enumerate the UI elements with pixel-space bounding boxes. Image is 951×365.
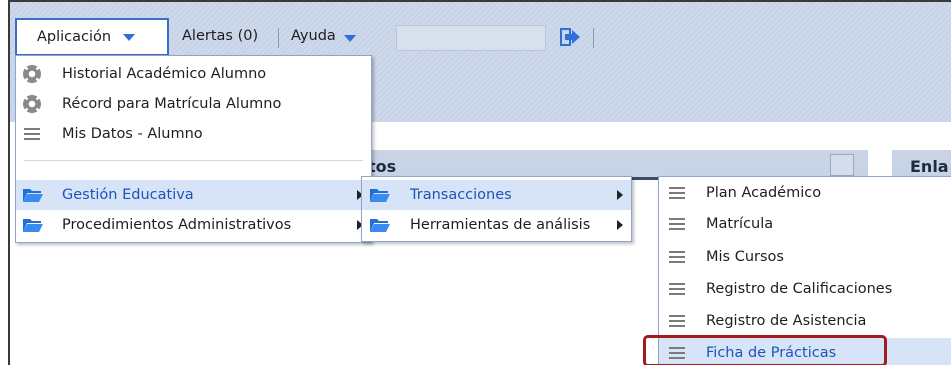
help-link[interactable]: Ayuda [291,28,336,44]
menu-item-procedimientos[interactable]: Procedimientos Administrativos [16,210,371,240]
folder-icon [23,189,43,202]
panel-title-left: tos [368,157,397,176]
chevron-right-icon [617,190,623,200]
list-icon [669,187,685,199]
menu-item-mis-datos[interactable]: Mis Datos - Alumno [16,119,371,149]
submenu-item-matricula[interactable]: Matrícula [659,209,951,239]
gestion-submenu: Transacciones Herramientas de análisis [361,176,632,242]
gear-icon [23,65,41,83]
chevron-right-icon [617,220,623,230]
list-icon [669,218,685,230]
list-icon [669,283,685,295]
submenu-item-transacciones[interactable]: Transacciones [362,180,631,210]
panel-title-right: Enla [910,157,949,176]
submenu-item-plan-academico[interactable]: Plan Académico [659,178,951,208]
aplicacion-label: Aplicación [37,29,112,45]
folder-icon [370,189,390,202]
app-frame: Aplicación Alertas (0) Ayuda tos Enla Hi… [8,0,951,365]
aplicacion-dropdown: Historial Académico Alumno Récord para M… [15,55,372,243]
folder-icon [370,219,390,232]
list-icon [669,315,685,327]
submenu-item-herramientas[interactable]: Herramientas de análisis [362,210,631,240]
chevron-down-icon[interactable] [344,35,356,42]
submenu-item-mis-cursos[interactable]: Mis Cursos [659,242,951,272]
highlight-annotation [643,335,887,365]
divider [593,28,594,48]
edit-icon[interactable] [830,154,854,176]
menu-item-gestion-educativa[interactable]: Gestión Educativa [16,180,371,210]
list-icon [24,128,40,140]
submenu-item-registro-asistencia[interactable]: Registro de Asistencia [659,306,951,336]
list-icon [669,251,685,263]
toolbar-blank-field [396,25,546,51]
logout-icon[interactable] [560,28,580,46]
submenu-item-registro-calificaciones[interactable]: Registro de Calificaciones [659,274,951,304]
gear-icon [23,95,41,113]
menu-divider [24,160,363,161]
folder-icon [23,219,43,232]
chevron-down-icon [123,33,136,41]
aplicacion-menu-button[interactable]: Aplicación [15,18,169,56]
menu-item-historial[interactable]: Historial Académico Alumno [16,59,371,89]
menu-item-record[interactable]: Récord para Matrícula Alumno [16,89,371,119]
alerts-link[interactable]: Alertas (0) [182,28,258,44]
divider [278,28,279,48]
